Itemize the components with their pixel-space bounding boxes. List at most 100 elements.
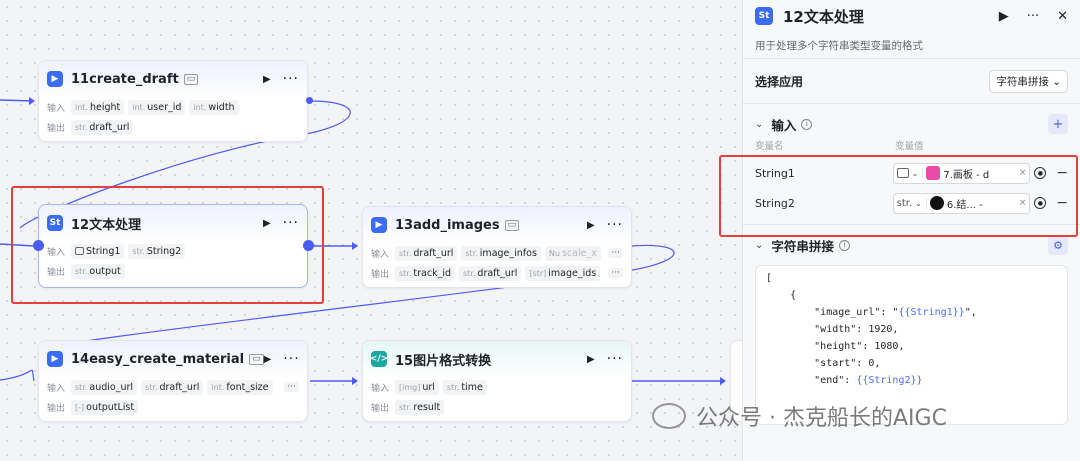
node-15-image-format-convert[interactable]: </> 15图片格式转换 ▶ ··· 输入 [img] url str. time … <box>362 340 632 422</box>
node-14easy-create-material[interactable]: ▶ 14easy_create_material ▭ ▶ ··· 输入 str.… <box>38 340 308 422</box>
param-chip: str. audio_url <box>71 379 138 395</box>
run-button[interactable]: ▶ <box>587 220 595 231</box>
panel-title: 12文本处理 <box>783 7 864 26</box>
run-button[interactable]: ▶ <box>264 354 272 365</box>
param-chip: int. user_id <box>128 99 186 115</box>
node-header: ▶ 11create_draft ▭ ▶ ··· <box>39 61 307 97</box>
play-icon: ▶ <box>47 71 63 87</box>
plugin-badge-icon: ▭ <box>183 73 199 85</box>
plugin-badge-icon: ▭ <box>249 353 264 365</box>
code-line: "height": 1080, <box>766 341 905 352</box>
output-row: 输出 [-] outputList <box>39 397 307 417</box>
input-label: 输入 <box>47 383 66 394</box>
add-variable-button[interactable]: + <box>1048 114 1068 134</box>
workflow-canvas[interactable]: ▶ 11create_draft ▭ ▶ ··· 输入 int. height i… <box>0 0 742 461</box>
node-title: 13add_images <box>395 217 500 233</box>
code-line: "end": {{String2}} <box>766 375 923 386</box>
node-11create-draft[interactable]: ▶ 11create_draft ▭ ▶ ··· 输入 int. height i… <box>38 60 308 142</box>
panel-description: 用于处理多个字符串类型变量的格式 <box>755 40 923 52</box>
run-button[interactable]: ▶ <box>263 74 271 85</box>
chevron-down-icon[interactable]: ⌄ <box>755 240 763 251</box>
input-row: 输入 [img] url str. time <box>363 377 631 397</box>
param-chip: [str] image_ids <box>525 265 601 281</box>
app-select-row: 选择应用 字符串拼接 ⌄ <box>743 59 1080 103</box>
more-params-button[interactable]: ··· <box>284 382 299 392</box>
section-title: 字符串拼接 <box>771 238 834 254</box>
output-label: 输出 <box>371 403 390 414</box>
param-chip: Nu scale_x <box>544 245 601 261</box>
app-select[interactable]: 字符串拼接 ⌄ <box>989 69 1068 93</box>
output-row: 输出 str. track_id str. draft_url [str] image… <box>363 263 631 283</box>
info-icon[interactable]: i <box>801 118 813 130</box>
input-label: 输入 <box>47 103 66 114</box>
plugin-badge-icon: ▭ <box>504 219 520 231</box>
play-icon: ▶ <box>47 351 63 367</box>
node-title: 11create_draft <box>71 71 179 87</box>
code-line: "start": 0, <box>766 358 881 369</box>
concat-template-editor[interactable]: [ { "image_url": "{{String1}}", "width":… <box>755 265 1068 425</box>
col-var-value: 变量值 <box>895 141 924 152</box>
info-icon[interactable]: i <box>838 239 850 251</box>
node-header: ▶ 14easy_create_material ▭ ▶ ··· <box>39 341 307 377</box>
code-icon: </> <box>370 351 388 367</box>
variable-ref-string1: {{String1}} <box>898 307 965 318</box>
chevron-down-icon: ⌄ <box>1052 75 1061 88</box>
gear-icon[interactable]: ⚙ <box>1048 235 1068 255</box>
output-label: 输出 <box>47 123 66 134</box>
variable-ref-string2: {{String2}} <box>856 375 923 386</box>
section-title: 输入 <box>771 117 797 133</box>
highlight-box <box>11 186 324 304</box>
highlight-box <box>719 155 1078 237</box>
param-chip: int. width <box>189 99 239 115</box>
node-title: 14easy_create_material <box>71 351 245 367</box>
code-line: [ <box>766 273 773 284</box>
code-line: "image_url": "{{String1}}", <box>766 307 977 318</box>
text-process-icon: St <box>755 7 773 25</box>
col-var-name: 变量名 <box>755 141 784 152</box>
output-row: 输出 str. draft_url <box>39 117 307 137</box>
param-chip: str. draft_url <box>141 379 204 395</box>
param-chip: int. height <box>71 99 125 115</box>
play-icon: ▶ <box>371 217 387 233</box>
input-label: 输入 <box>371 249 390 260</box>
param-chip: [-] outputList <box>71 399 139 415</box>
code-line: "width": 1920, <box>766 324 899 335</box>
more-button[interactable]: ··· <box>1027 9 1039 24</box>
more-button[interactable]: ··· <box>283 351 299 367</box>
variable-column-headers: 变量名 变量值 <box>743 138 1080 152</box>
input-row: 输入 str. audio_url str. draft_url int. font_… <box>39 377 307 397</box>
param-chip: str. draft_url <box>459 265 522 281</box>
node-header: </> 15图片格式转换 ▶ ··· <box>363 341 631 377</box>
output-label: 输出 <box>47 403 66 414</box>
param-chip: str. image_infos <box>461 245 541 261</box>
more-params-button[interactable]: ··· <box>608 268 623 278</box>
output-row: 输出 str. result <box>363 397 631 417</box>
param-chip: str. draft_url <box>71 119 134 135</box>
code-line: { <box>766 290 797 301</box>
chevron-down-icon[interactable]: ⌄ <box>755 119 763 130</box>
output-port[interactable] <box>306 97 313 104</box>
input-row: 输入 int. height int. user_id int. width <box>39 97 307 117</box>
input-label: 输入 <box>371 383 390 394</box>
more-params-button[interactable]: ··· <box>608 248 623 258</box>
close-icon[interactable]: ✕ <box>1057 9 1068 24</box>
input-row: 输入 str. draft_url str. image_infos Nu scale… <box>363 243 631 263</box>
node-header: ▶ 13add_images ▭ ▶ ··· <box>363 207 631 243</box>
output-label: 输出 <box>371 269 390 280</box>
param-chip: int. font_size <box>207 379 273 395</box>
param-chip: [img] url <box>395 379 439 395</box>
node-13add-images[interactable]: ▶ 13add_images ▭ ▶ ··· 输入 str. draft_url … <box>362 206 632 288</box>
run-button[interactable]: ▶ <box>587 354 595 365</box>
app-label: 选择应用 <box>755 74 804 89</box>
more-button[interactable]: ··· <box>283 71 299 87</box>
run-button[interactable]: ▶ <box>999 9 1009 24</box>
param-chip: str. track_id <box>395 265 456 281</box>
more-button[interactable]: ··· <box>607 217 623 233</box>
param-chip: str. result <box>395 399 445 415</box>
param-chip: str. draft_url <box>395 245 458 261</box>
node-title: 15图片格式转换 <box>395 353 492 369</box>
param-chip: str. time <box>442 379 487 395</box>
more-button[interactable]: ··· <box>607 351 623 367</box>
node-partial[interactable] <box>730 340 742 422</box>
panel-header: St 12文本处理 ▶ ··· ✕ <box>743 0 1080 32</box>
